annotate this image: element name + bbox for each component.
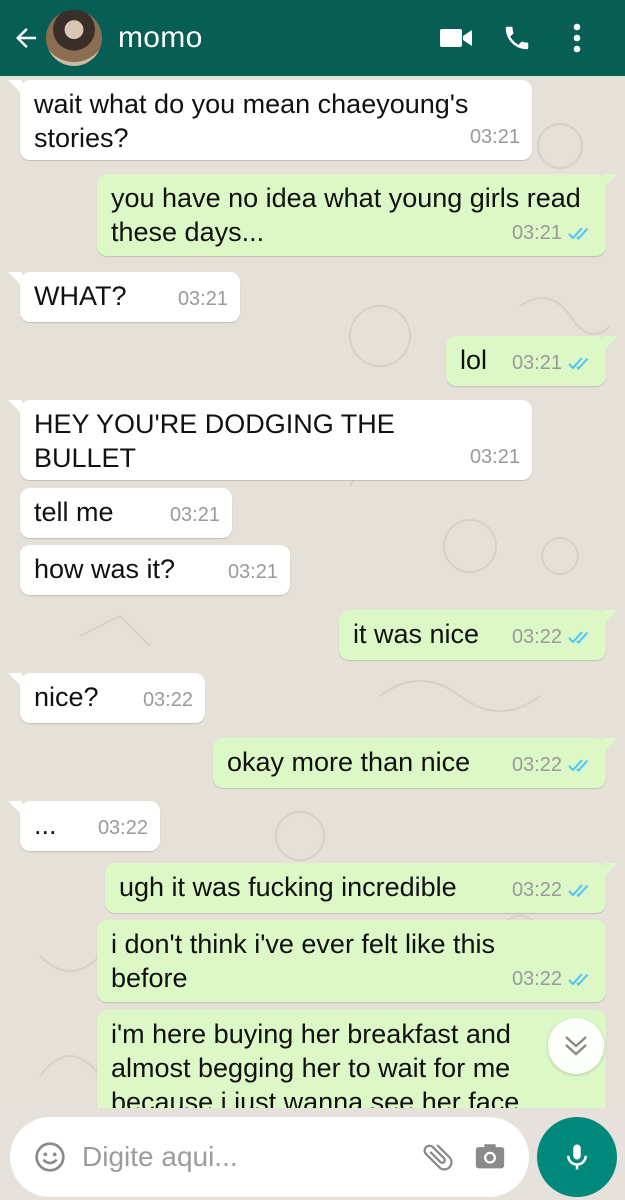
message-time: 03:21 <box>511 352 562 374</box>
message-bubble-incoming[interactable]: ... 03:22 <box>8 801 160 851</box>
message-meta: 03:22 <box>512 748 594 782</box>
message-text: i'm here buying her breakfast and almost… <box>111 1019 520 1108</box>
message-time: 03:22 <box>511 968 562 990</box>
emoji-icon <box>35 1142 65 1172</box>
message-bubble-outgoing[interactable]: ugh it was fucking incredible 03:22 <box>105 863 618 913</box>
voice-call-icon <box>505 26 529 50</box>
more-options-icon <box>573 23 581 53</box>
camera-icon <box>475 1144 505 1169</box>
message-time: 03:21 <box>469 446 520 468</box>
paperclip-icon <box>423 1144 453 1171</box>
message-bubble-outgoing[interactable]: i don't think i've ever felt like this b… <box>97 920 606 1002</box>
voice-call-button[interactable] <box>487 0 547 76</box>
message-bubble-incoming[interactable]: HEY YOU'RE DODGING THE BULLET 03:21 <box>8 400 532 480</box>
message-time: 03:21 <box>227 561 278 583</box>
message-meta: 03:22 <box>512 962 594 996</box>
message-time: 03:22 <box>511 879 562 901</box>
message-time: 03:21 <box>469 126 520 148</box>
back-button[interactable] <box>6 0 46 76</box>
message-meta: 03:21 <box>170 498 220 532</box>
message-text: wait what do you mean chaeyoung's storie… <box>34 89 469 153</box>
message-time: 03:22 <box>511 626 562 648</box>
double-check-read-icon <box>568 357 589 370</box>
voice-message-button[interactable] <box>537 1117 617 1197</box>
message-bubble-incoming[interactable]: tell me 03:21 <box>20 488 232 538</box>
message-time: 03:22 <box>511 754 562 776</box>
header-actions <box>427 0 607 76</box>
message-text: you have no idea what young girls read t… <box>111 183 581 247</box>
message-meta: 03:22 <box>512 873 594 907</box>
message-bubble-incoming[interactable]: WHAT? 03:21 <box>8 272 240 322</box>
message-meta: 03:21 <box>228 555 278 589</box>
message-time: 03:21 <box>169 504 220 526</box>
message-composer <box>10 1117 529 1197</box>
avatar[interactable] <box>46 10 102 66</box>
message-list[interactable]: wait what do you mean chaeyoung's storie… <box>0 76 625 1108</box>
message-meta: 03:21 <box>512 346 594 380</box>
double-check-read-icon <box>568 973 589 986</box>
message-bubble-outgoing[interactable]: okay more than nice 03:22 <box>213 738 618 788</box>
message-meta: 03:22 <box>512 620 594 654</box>
camera-button[interactable] <box>464 1140 516 1174</box>
message-bubble-incoming[interactable]: wait what do you mean chaeyoung's storie… <box>8 80 532 160</box>
double-check-read-icon <box>568 884 589 897</box>
message-bubble-outgoing[interactable]: lol 03:21 <box>446 336 618 386</box>
message-bubble-incoming[interactable]: how was it? 03:21 <box>20 545 290 595</box>
emoji-button[interactable] <box>20 1141 80 1173</box>
message-text: HEY YOU'RE DODGING THE BULLET <box>34 409 395 473</box>
message-meta: 03:22 <box>98 811 148 845</box>
double-check-read-icon <box>568 759 589 772</box>
microphone-icon <box>567 1144 587 1170</box>
double-check-read-icon <box>568 631 589 644</box>
message-meta: 03:21 <box>178 282 228 316</box>
message-input[interactable] <box>82 1141 412 1173</box>
message-bubble-outgoing[interactable]: it was nice 03:22 <box>339 610 618 660</box>
message-meta: 03:21 <box>470 440 520 474</box>
more-options-button[interactable] <box>547 0 607 76</box>
message-meta: 03:21 <box>512 216 594 250</box>
message-text: i don't think i've ever felt like this b… <box>111 929 495 993</box>
message-time: 03:22 <box>97 817 148 839</box>
double-chevron-down-icon <box>565 1036 587 1056</box>
video-call-button[interactable] <box>427 0 487 76</box>
message-time: 03:21 <box>511 222 562 244</box>
message-bubble-incoming[interactable]: nice? 03:22 <box>8 673 205 723</box>
double-check-read-icon <box>568 227 589 240</box>
message-meta: 03:22 <box>143 683 193 717</box>
message-time: 03:22 <box>142 689 193 711</box>
message-bubble-outgoing[interactable]: you have no idea what young girls read t… <box>97 174 618 256</box>
attach-button[interactable] <box>412 1139 464 1175</box>
message-time: 03:21 <box>177 288 228 310</box>
message-bubble-outgoing[interactable]: i'm here buying her breakfast and almost… <box>97 1010 606 1108</box>
message-meta: 03:21 <box>470 120 520 154</box>
scroll-to-bottom-button[interactable] <box>548 1018 604 1074</box>
contact-name[interactable]: momo <box>118 21 203 55</box>
chat-header: momo <box>0 0 625 76</box>
back-arrow-icon <box>16 28 36 48</box>
video-call-icon <box>440 29 472 47</box>
